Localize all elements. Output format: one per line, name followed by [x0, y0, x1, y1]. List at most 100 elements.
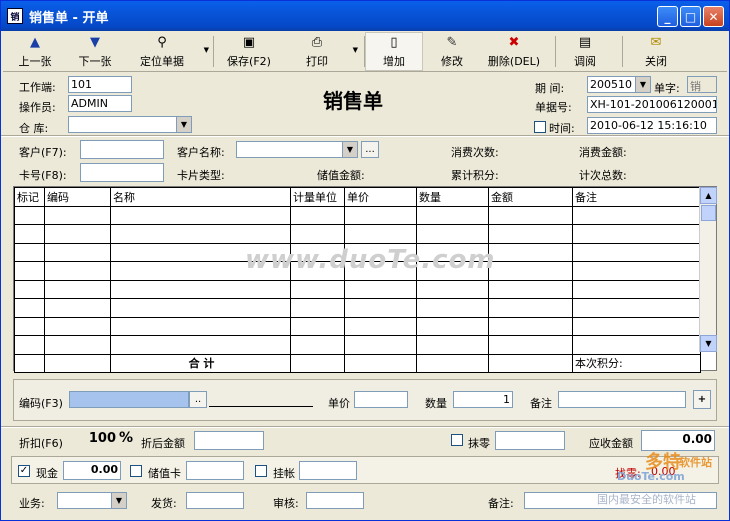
- brand-sub: 软件站: [679, 456, 712, 469]
- items-grid[interactable]: 标记 编码 名称 计量单位 单价 数量 金额 备注 合 计 本次积分: ▲ ▼: [13, 186, 717, 373]
- cash-field[interactable]: 0.00: [63, 461, 121, 480]
- close-window-button[interactable]: ✕: [703, 6, 724, 27]
- column-header[interactable]: 编码: [44, 187, 111, 207]
- scroll-down-icon[interactable]: ▼: [700, 335, 717, 352]
- after-discount-field[interactable]: [194, 431, 264, 450]
- customer-field[interactable]: [80, 140, 164, 159]
- footer-remark-label: 备注:: [488, 497, 514, 510]
- count-label: 计次总数:: [579, 169, 627, 182]
- code-browse-button[interactable]: ..: [189, 391, 207, 408]
- table-row[interactable]: [14, 224, 701, 244]
- printer-icon: ⎙: [311, 34, 323, 50]
- audit-field[interactable]: [306, 492, 364, 509]
- column-header[interactable]: 名称: [110, 187, 291, 207]
- watermark: www.duoTe.com: [245, 245, 496, 275]
- warehouse-select[interactable]: ▼: [68, 116, 192, 133]
- docno-field[interactable]: XH-101-201006120001: [587, 96, 717, 113]
- browse-button[interactable]: ▤ 调阅: [556, 32, 614, 71]
- minimize-button[interactable]: _: [657, 6, 678, 27]
- unit-label: 单字:: [654, 82, 680, 95]
- points-this-time-label: 本次积分:: [572, 353, 701, 373]
- scroll-up-icon[interactable]: ▲: [700, 187, 717, 204]
- total-label: 合 计: [110, 353, 291, 373]
- terminal-field[interactable]: 101: [68, 76, 132, 93]
- credit-field[interactable]: [299, 461, 357, 480]
- qty-field[interactable]: 1: [453, 391, 513, 408]
- cash-checkbox[interactable]: ✓: [18, 465, 30, 477]
- maximize-button[interactable]: □: [680, 6, 701, 27]
- close-button[interactable]: ✉ 关闭: [623, 32, 689, 71]
- chevron-down-icon[interactable]: ▼: [111, 493, 126, 508]
- toolbar: ▲ 上一张 ▼ 下一张 ⚲ 定位单据 ▼ ▣ 保存(F2) ⎙ 打印 ▼ ▯ 增加 ✎ 修改 ✖ 删…: [3, 32, 727, 72]
- remark-label: 备注: [530, 397, 552, 410]
- spend-label: 消费金额:: [579, 146, 627, 159]
- time-checkbox[interactable]: [534, 121, 546, 133]
- table-row[interactable]: [14, 316, 701, 336]
- cash-label: 现金: [36, 467, 58, 480]
- new-doc-icon: ▯: [390, 34, 398, 50]
- next-button[interactable]: ▼ 下一张: [67, 32, 123, 71]
- table-row[interactable]: [14, 279, 701, 299]
- time-label: 时间:: [549, 122, 575, 135]
- binoculars-icon: ⚲: [157, 34, 167, 50]
- customer-label: 客户(F7):: [19, 146, 67, 159]
- add-button[interactable]: ▯ 增加: [365, 32, 423, 71]
- round-field[interactable]: [495, 431, 565, 450]
- chevron-down-icon[interactable]: ▼: [635, 77, 650, 92]
- business-label: 业务:: [19, 497, 45, 510]
- add-item-button[interactable]: +: [693, 390, 711, 409]
- column-header[interactable]: 数量: [416, 187, 489, 207]
- scroll-thumb[interactable]: [701, 205, 716, 221]
- stored-card-label: 储值卡: [148, 467, 181, 480]
- edit-doc-icon: ✎: [446, 34, 458, 50]
- card-label: 卡号(F8):: [19, 169, 67, 182]
- round-checkbox[interactable]: [451, 434, 463, 446]
- chevron-down-icon[interactable]: ▼: [176, 117, 191, 132]
- percent-sign: %: [119, 430, 134, 446]
- column-header[interactable]: 计量单位: [290, 187, 345, 207]
- credit-checkbox[interactable]: [255, 465, 267, 477]
- column-header[interactable]: 备注: [572, 187, 701, 207]
- table-row[interactable]: [14, 205, 701, 225]
- stored-card-field[interactable]: [186, 461, 244, 480]
- discount-value[interactable]: 100: [86, 431, 116, 446]
- edit-button[interactable]: ✎ 修改: [423, 32, 481, 71]
- code-field[interactable]: [69, 391, 189, 408]
- column-header[interactable]: 单价: [344, 187, 417, 207]
- card-field[interactable]: [80, 163, 164, 182]
- discount-label: 折扣(F6): [19, 437, 63, 450]
- app-icon: 销: [7, 8, 23, 24]
- locate-button[interactable]: ⚲ 定位单据 ▼: [123, 32, 209, 71]
- chevron-down-icon[interactable]: ▼: [204, 46, 209, 54]
- customer-name-select[interactable]: ▼: [236, 141, 358, 158]
- code-label: 编码(F3): [19, 397, 63, 410]
- chevron-down-icon[interactable]: ▼: [353, 46, 358, 54]
- warehouse-label: 仓 库:: [19, 122, 49, 135]
- customer-browse-button[interactable]: ...: [361, 141, 379, 158]
- prev-button[interactable]: ▲ 上一张: [3, 32, 67, 71]
- table-row[interactable]: [14, 335, 701, 355]
- time-field[interactable]: 2010-06-12 15:16:10: [587, 117, 717, 134]
- stored-label: 储值金额:: [317, 169, 365, 182]
- business-select[interactable]: ▼: [57, 492, 127, 509]
- ship-field[interactable]: [186, 492, 244, 509]
- brand-url: DuoTe.com: [617, 470, 685, 483]
- audit-label: 审核:: [273, 497, 299, 510]
- column-header[interactable]: 标记: [14, 187, 45, 207]
- column-header[interactable]: 金额: [488, 187, 573, 207]
- main-window: 销 销售单 - 开单 _ □ ✕ ▲ 上一张 ▼ 下一张 ⚲ 定位单据 ▼ ▣ 保存(F2…: [0, 0, 730, 521]
- period-select[interactable]: 200510 ▼: [587, 76, 651, 93]
- save-button[interactable]: ▣ 保存(F2): [214, 32, 284, 71]
- stored-card-checkbox[interactable]: [130, 465, 142, 477]
- delete-button[interactable]: ✖ 删除(DEL): [481, 32, 547, 71]
- vertical-scrollbar[interactable]: ▲ ▼: [699, 187, 717, 352]
- operator-field[interactable]: ADMIN: [68, 95, 132, 112]
- title-bar: 销 销售单 - 开单 _ □ ✕: [1, 1, 729, 31]
- table-row[interactable]: [14, 298, 701, 318]
- print-button[interactable]: ⎙ 打印 ▼: [284, 32, 358, 71]
- card-type-label: 卡片类型:: [177, 169, 225, 182]
- delete-doc-icon: ✖: [508, 34, 520, 50]
- remark-field[interactable]: [558, 391, 686, 408]
- price-field[interactable]: [354, 391, 408, 408]
- chevron-down-icon[interactable]: ▼: [342, 142, 357, 157]
